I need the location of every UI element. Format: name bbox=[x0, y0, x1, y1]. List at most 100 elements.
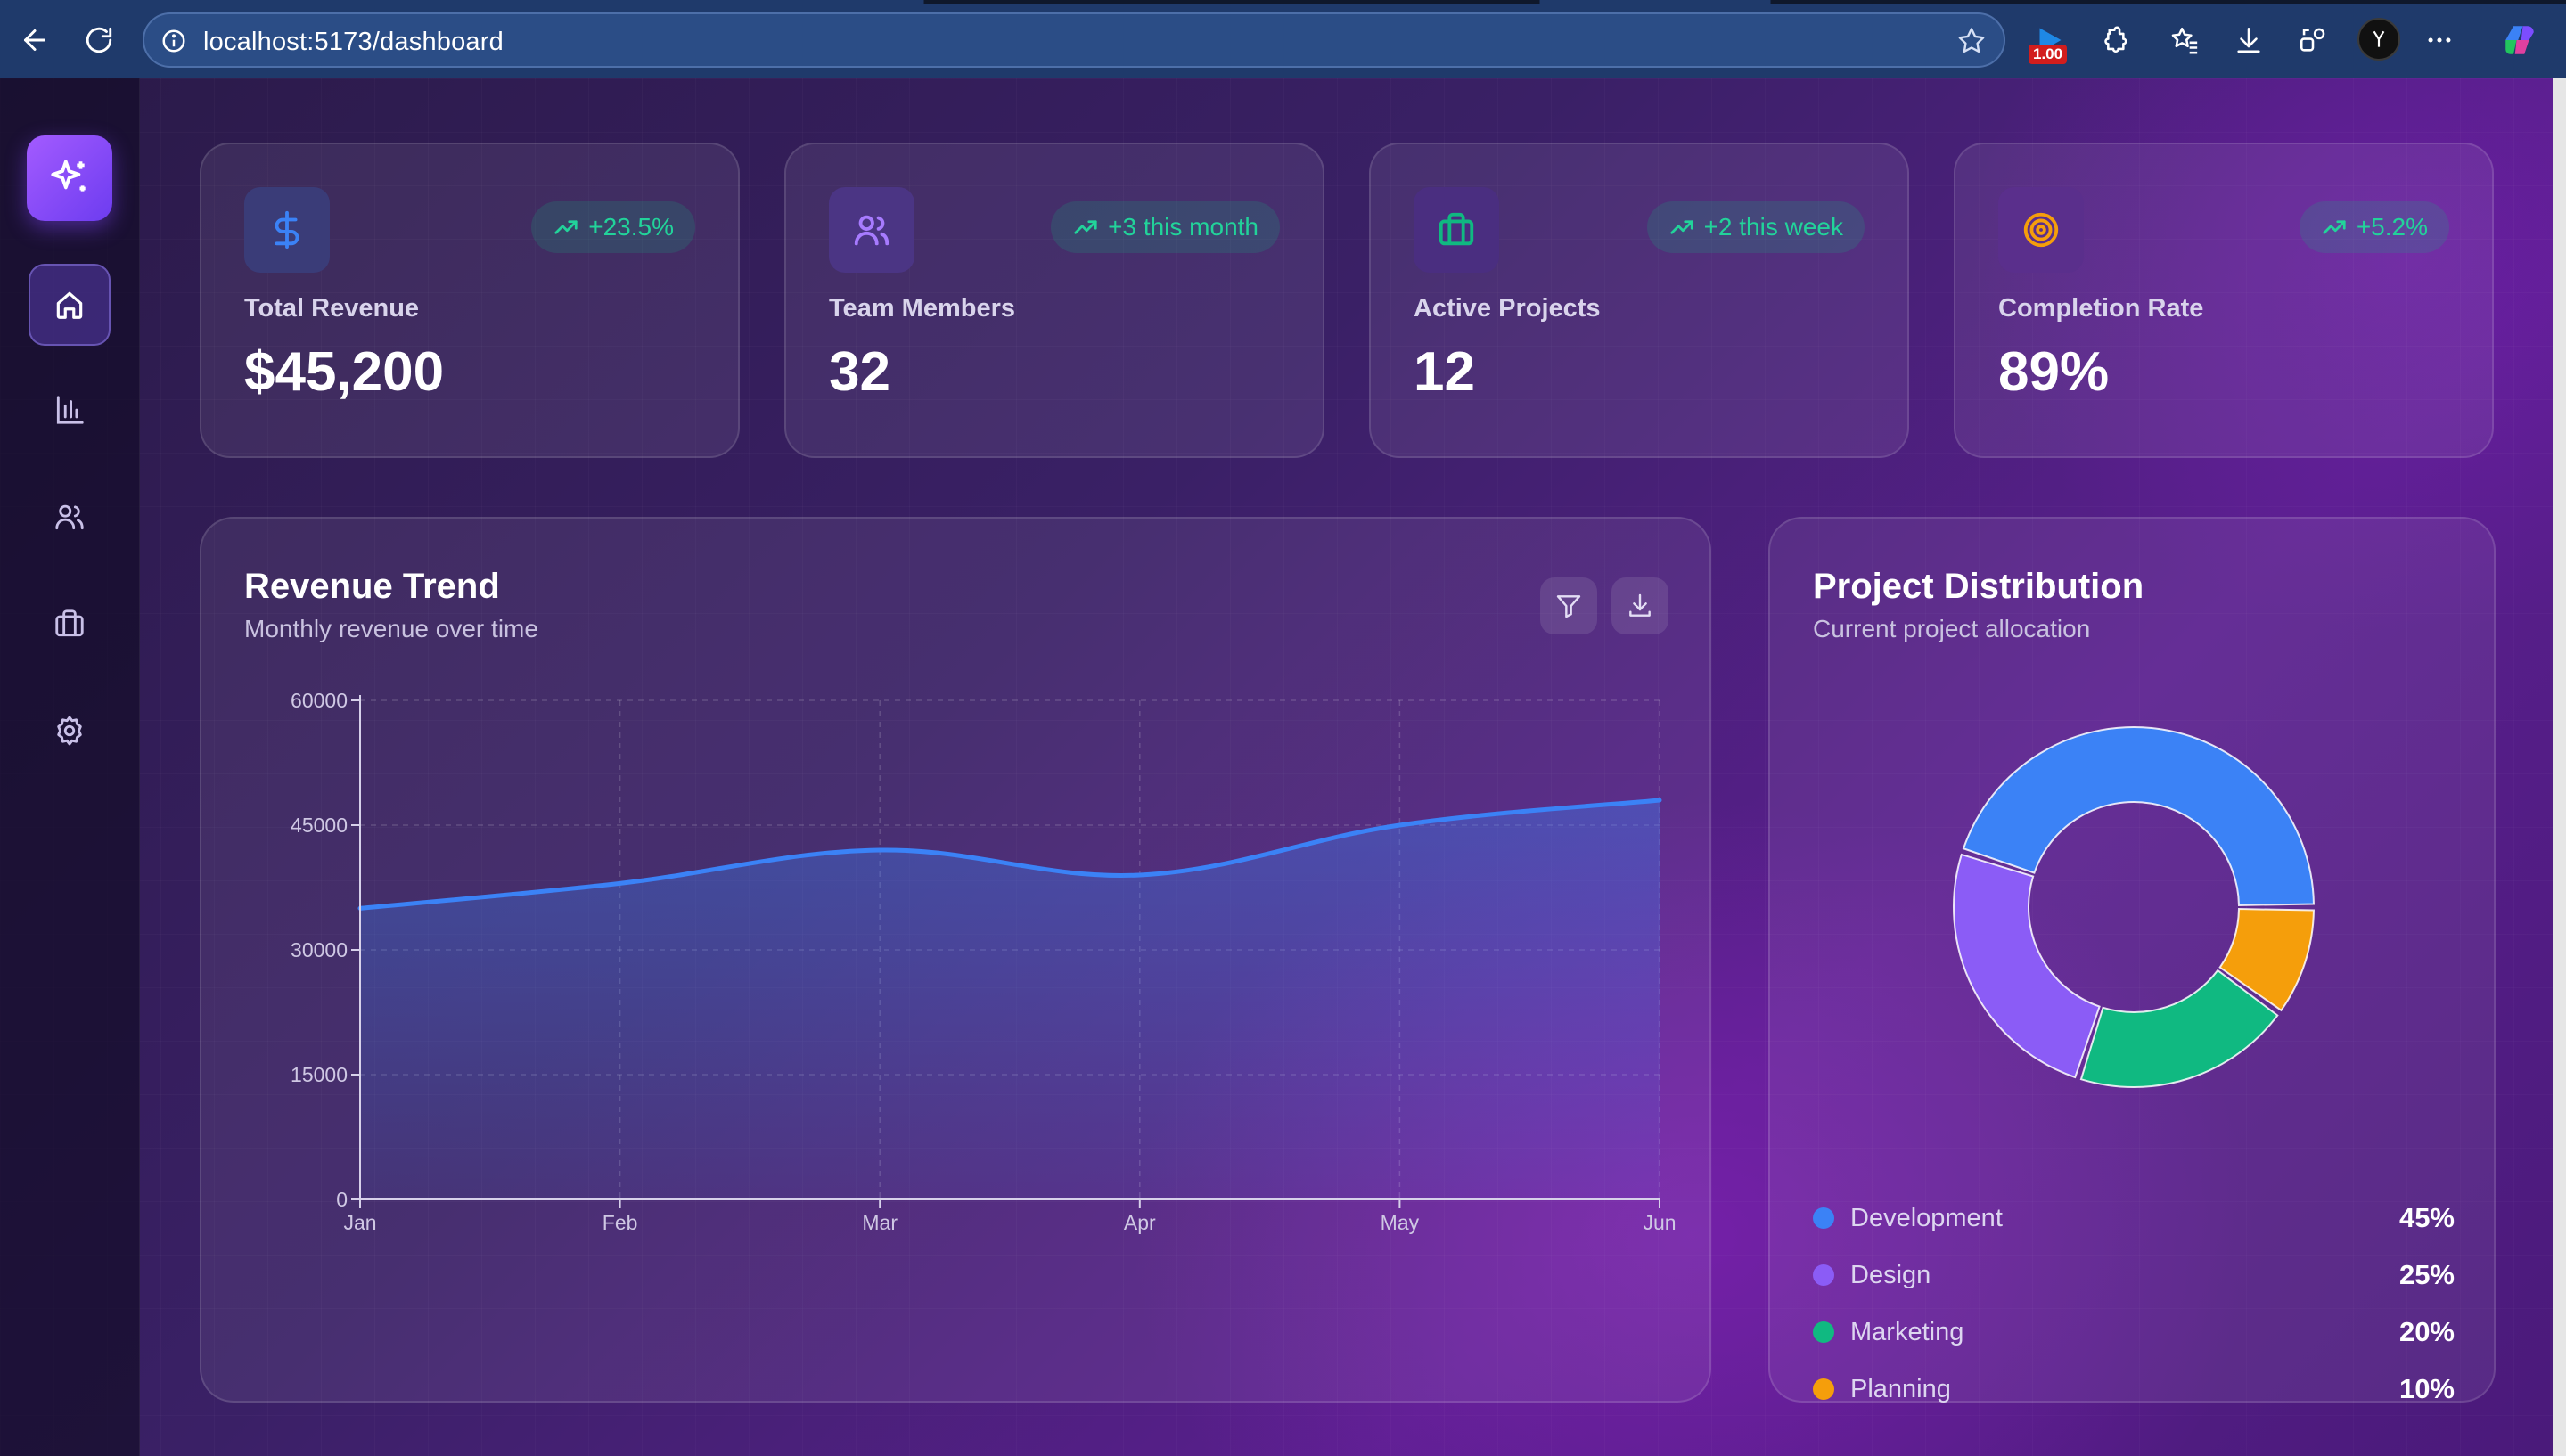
sidebar-item-team[interactable] bbox=[29, 476, 111, 558]
favorite-star-icon[interactable] bbox=[1955, 25, 1988, 57]
stat-value: $45,200 bbox=[244, 341, 445, 403]
info-icon[interactable] bbox=[160, 28, 187, 54]
home-icon bbox=[56, 291, 83, 319]
url-text[interactable]: localhost:5173/dashboard bbox=[203, 28, 504, 57]
copilot-button[interactable] bbox=[2501, 21, 2538, 59]
target-icon bbox=[2023, 212, 2059, 248]
more-dots-icon bbox=[2428, 37, 2451, 43]
sidebar-item-home[interactable] bbox=[29, 264, 111, 346]
stat-change-badge: +23.5% bbox=[531, 201, 695, 253]
stat-value: 32 bbox=[829, 341, 890, 403]
legend-percent: 10% bbox=[2398, 1373, 2455, 1404]
briefcase-icon bbox=[55, 609, 84, 637]
legend-item-planning: Planning 10% bbox=[1813, 1367, 2455, 1411]
sparkles-icon bbox=[51, 160, 86, 192]
legend-item-design: Design 25% bbox=[1813, 1253, 2455, 1297]
favorites-icon bbox=[2171, 27, 2198, 54]
users-icon bbox=[854, 215, 889, 246]
puzzle-icon bbox=[2104, 26, 2127, 53]
copilot-icon bbox=[2505, 26, 2534, 54]
revenue-area-fill bbox=[360, 800, 1660, 1199]
project-distribution-panel: Project Distribution Current project all… bbox=[1768, 517, 2496, 1404]
legend-label: Marketing bbox=[1850, 1317, 1964, 1346]
stat-value: 12 bbox=[1414, 341, 1475, 403]
bar-chart-icon bbox=[56, 396, 84, 424]
address-bar[interactable]: localhost:5173/dashboard bbox=[143, 12, 2005, 68]
reload-icon bbox=[86, 27, 112, 53]
legend-percent: 45% bbox=[2398, 1202, 2455, 1233]
stat-value: 89% bbox=[1998, 341, 2110, 403]
y-tick-label: 0 bbox=[336, 1188, 348, 1211]
profile-icon bbox=[2373, 30, 2385, 47]
x-tick-label: Mar bbox=[862, 1211, 898, 1234]
trending-up-icon bbox=[554, 220, 578, 234]
briefcase-icon bbox=[1439, 212, 1474, 246]
page-scrollbar[interactable] bbox=[2553, 78, 2566, 1456]
x-tick-label: Jun bbox=[1643, 1211, 1676, 1234]
stat-change-badge: +2 this week bbox=[1646, 201, 1865, 253]
extensions-button[interactable] bbox=[2095, 21, 2132, 59]
dollar-icon bbox=[275, 210, 299, 249]
more-button[interactable] bbox=[2421, 21, 2458, 59]
profile-avatar[interactable] bbox=[2357, 18, 2400, 61]
legend-dot bbox=[1813, 1264, 1834, 1286]
stat-label: Team Members bbox=[829, 294, 1015, 323]
gear-icon bbox=[57, 716, 82, 746]
dashboard-page: +23.5% Total Revenue $45,200 +3 this mon… bbox=[0, 78, 2553, 1456]
stat-label: Total Revenue bbox=[244, 294, 420, 323]
stat-change-text: +5.2% bbox=[2356, 213, 2428, 241]
back-button[interactable] bbox=[14, 20, 55, 61]
legend-item-marketing: Marketing 20% bbox=[1813, 1310, 2455, 1354]
y-tick-label: 60000 bbox=[291, 689, 348, 712]
legend-dot bbox=[1813, 1207, 1834, 1229]
sidebar-item-analytics[interactable] bbox=[29, 369, 111, 451]
legend-percent: 20% bbox=[2398, 1316, 2455, 1347]
target-icon-tile bbox=[1998, 187, 2084, 273]
legend-dot bbox=[1813, 1321, 1834, 1343]
trending-up-icon bbox=[2323, 220, 2346, 234]
dollar-icon-tile bbox=[244, 187, 330, 273]
stat-change-text: +3 this month bbox=[1108, 213, 1258, 241]
browser-toolbar: localhost:5173/dashboard 1.00 bbox=[0, 0, 2566, 78]
favorites-button[interactable] bbox=[2166, 21, 2203, 59]
users-icon bbox=[55, 504, 84, 530]
arrow-left-icon bbox=[24, 29, 45, 51]
y-tick-label: 30000 bbox=[291, 938, 348, 961]
users-icon-tile bbox=[829, 187, 914, 273]
stat-change-text: +2 this week bbox=[1703, 213, 1843, 241]
workspaces-icon bbox=[2300, 28, 2325, 52]
briefcase-icon-tile bbox=[1414, 187, 1499, 273]
sidebar-item-projects[interactable] bbox=[29, 583, 111, 665]
workspaces-button[interactable] bbox=[2294, 21, 2332, 59]
legend-label: Design bbox=[1850, 1260, 1931, 1289]
stat-card-projects: +2 this week Active Projects 12 bbox=[1369, 143, 1909, 458]
sidebar bbox=[0, 78, 140, 1456]
stat-card-team: +3 this month Team Members 32 bbox=[784, 143, 1324, 458]
x-tick-label: May bbox=[1381, 1211, 1420, 1234]
revenue-area-chart: 0 15000 30000 45000 60000 Jan Feb Mar Apr May Jun bbox=[291, 689, 1677, 1234]
legend-percent: 25% bbox=[2398, 1259, 2455, 1290]
x-tick-label: Jan bbox=[343, 1211, 376, 1234]
legend-label: Development bbox=[1850, 1203, 2003, 1232]
y-tick-label: 15000 bbox=[291, 1063, 348, 1086]
revenue-trend-panel: Revenue Trend Monthly revenue over time … bbox=[200, 517, 1711, 1403]
stat-change-badge: +3 this month bbox=[1051, 201, 1280, 253]
sidebar-item-settings[interactable] bbox=[29, 690, 111, 772]
legend-label: Planning bbox=[1850, 1374, 1951, 1403]
donut-slice-design bbox=[1953, 853, 2101, 1079]
stat-card-revenue: +23.5% Total Revenue $45,200 bbox=[200, 143, 740, 458]
stat-label: Active Projects bbox=[1414, 294, 1601, 323]
speed-badge: 1.00 bbox=[2029, 45, 2068, 64]
stat-card-completion: +5.2% Completion Rate 89% bbox=[1954, 143, 2494, 458]
app-logo[interactable] bbox=[27, 135, 112, 221]
stat-change-badge: +5.2% bbox=[2299, 201, 2449, 253]
stat-change-text: +23.5% bbox=[588, 213, 674, 241]
y-tick-label: 45000 bbox=[291, 814, 348, 837]
x-tick-label: Apr bbox=[1124, 1211, 1156, 1234]
download-icon bbox=[2237, 27, 2260, 53]
x-tick-label: Feb bbox=[603, 1211, 638, 1234]
stat-label: Completion Rate bbox=[1998, 294, 2204, 323]
trending-up-icon bbox=[1669, 220, 1693, 234]
reload-button[interactable] bbox=[78, 20, 119, 61]
downloads-button[interactable] bbox=[2230, 21, 2267, 59]
